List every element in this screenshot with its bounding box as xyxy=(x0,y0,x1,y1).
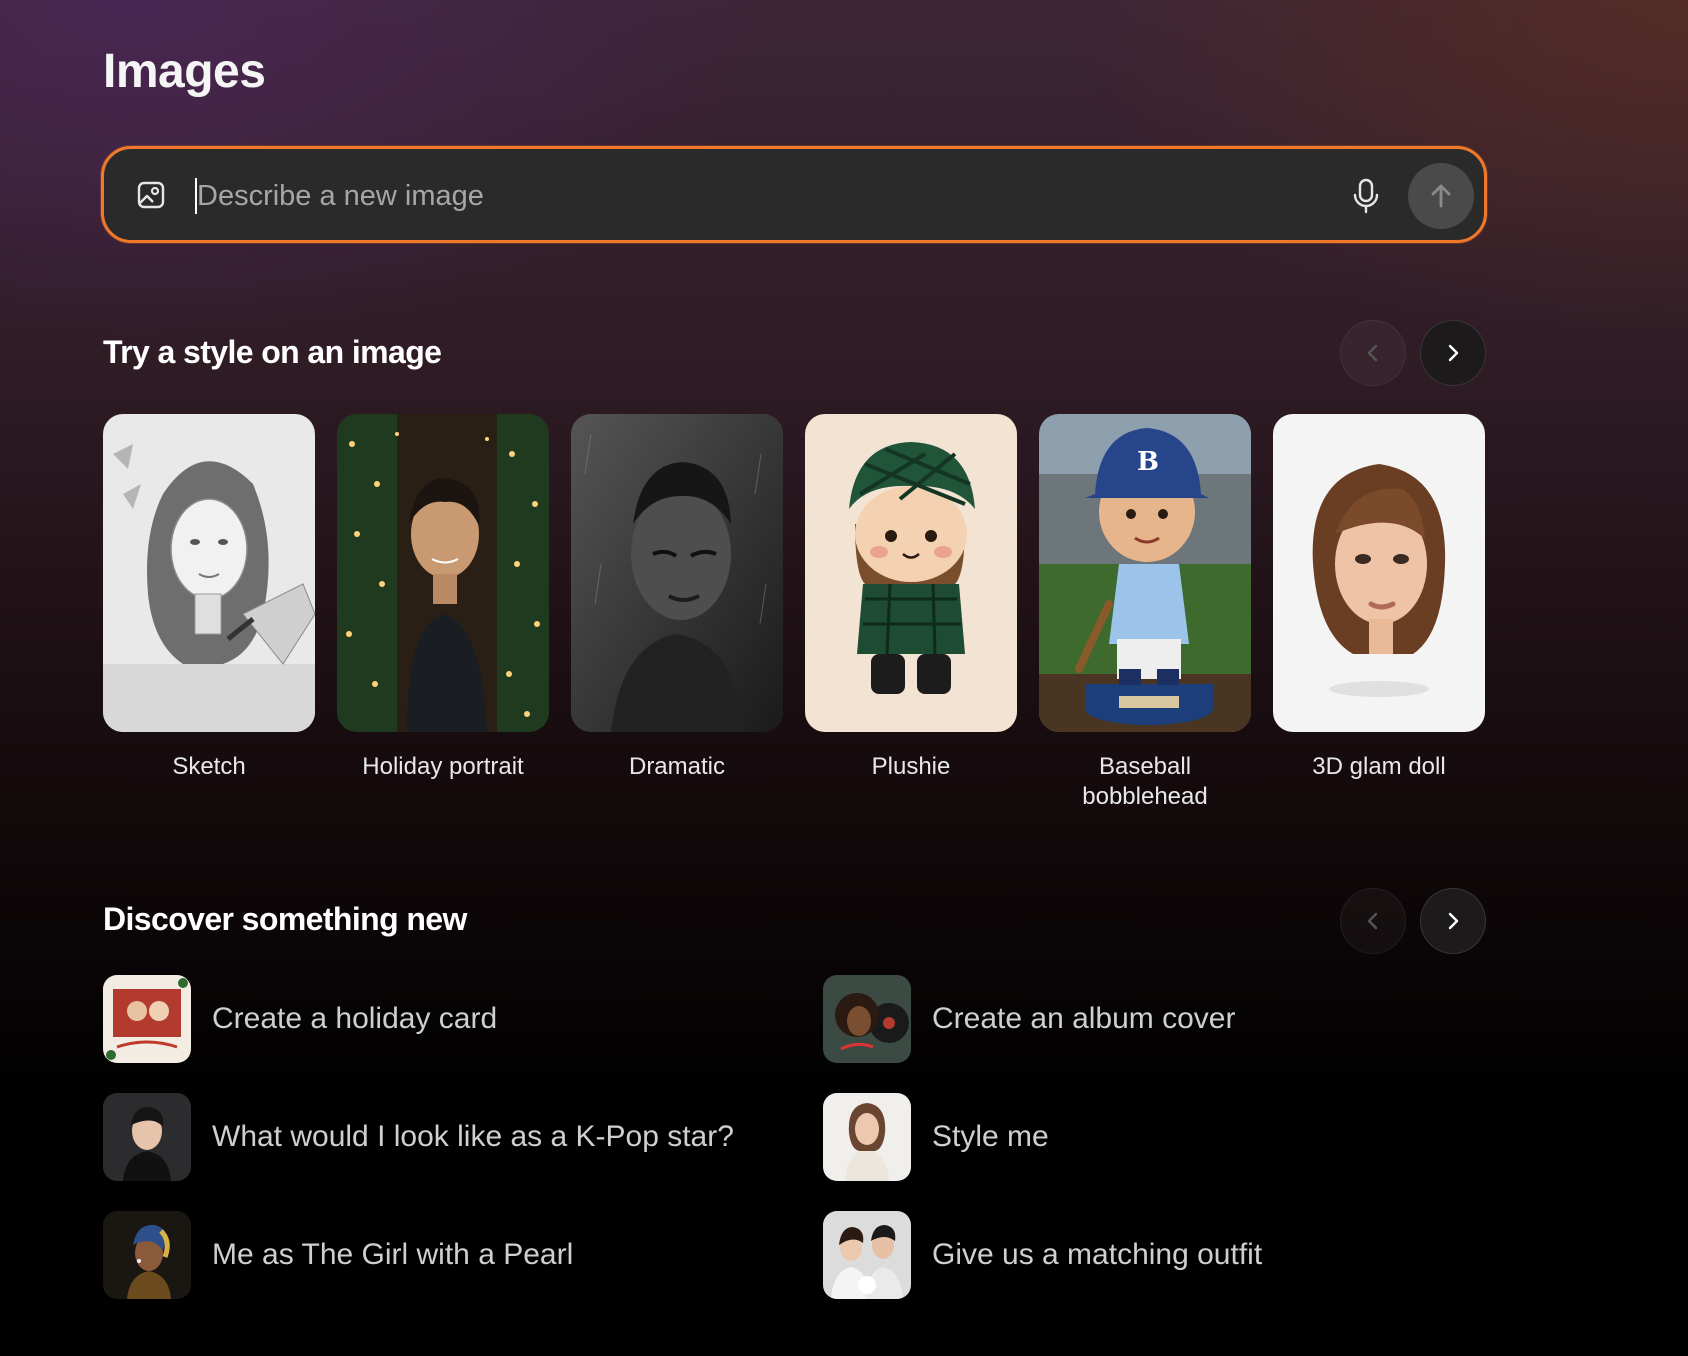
style-thumbnail xyxy=(337,414,549,732)
discover-thumbnail xyxy=(823,1093,911,1181)
style-thumbnail xyxy=(805,414,1017,732)
style-carousel: Sketch Holiday portrait Dramatic Plushie… xyxy=(103,414,1486,824)
style-card-holiday-portrait[interactable]: Holiday portrait xyxy=(337,414,549,782)
send-button[interactable] xyxy=(1408,163,1474,229)
discover-thumbnail xyxy=(103,1211,191,1299)
chevron-right-icon xyxy=(1448,912,1459,930)
discover-label: Create a holiday card xyxy=(212,1002,498,1035)
discover-list: Create a holiday card Create an album co… xyxy=(103,975,1486,1305)
microphone-icon[interactable] xyxy=(1349,177,1383,215)
styles-section-title: Try a style on an image xyxy=(103,334,442,370)
discover-item-matching-outfit[interactable]: Give us a matching outfit xyxy=(823,1211,1262,1299)
style-label: Holiday portrait xyxy=(362,753,524,780)
style-thumbnail: B xyxy=(1039,414,1251,732)
style-card-sketch[interactable]: Sketch xyxy=(103,414,315,782)
style-label: 3D glam doll xyxy=(1312,753,1446,780)
image-upload-icon[interactable] xyxy=(136,180,166,210)
discover-thumbnail xyxy=(103,975,191,1063)
style-card-baseball-bobblehead[interactable]: B Baseball bobblehead xyxy=(1039,414,1251,812)
style-thumbnail xyxy=(103,414,315,732)
discover-label: What would I look like as a K-Pop star? xyxy=(212,1120,734,1153)
arrow-up-icon xyxy=(1431,184,1451,208)
style-label: Plushie xyxy=(871,753,951,780)
discover-thumbnail xyxy=(823,975,911,1063)
discover-next-button[interactable] xyxy=(1420,888,1486,954)
discover-item-style-me[interactable]: Style me xyxy=(823,1093,1049,1181)
page-title: Images xyxy=(103,45,266,98)
discover-prev-button[interactable] xyxy=(1340,888,1406,954)
discover-label: Style me xyxy=(932,1120,1049,1153)
chevron-right-icon xyxy=(1448,344,1459,362)
discover-section-title: Discover something new xyxy=(103,901,467,937)
prompt-input[interactable] xyxy=(197,169,1317,223)
style-label: Sketch xyxy=(172,753,246,780)
prompt-box[interactable] xyxy=(101,146,1487,243)
discover-thumbnail xyxy=(823,1211,911,1299)
discover-item-girl-with-pearl[interactable]: Me as The Girl with a Pearl xyxy=(103,1211,573,1299)
styles-next-button[interactable] xyxy=(1420,320,1486,386)
discover-item-holiday-card[interactable]: Create a holiday card xyxy=(103,975,497,1063)
style-card-3d-glam-doll[interactable]: 3D glam doll xyxy=(1273,414,1485,782)
discover-label: Me as The Girl with a Pearl xyxy=(212,1238,574,1271)
style-card-dramatic[interactable]: Dramatic xyxy=(571,414,783,782)
style-label: Baseball bobblehead xyxy=(1082,753,1208,810)
svg-text:B: B xyxy=(1137,447,1159,477)
images-page: Images Try a style on an image xyxy=(0,0,1688,1356)
discover-item-album-cover[interactable]: Create an album cover xyxy=(823,975,1236,1063)
chevron-left-icon xyxy=(1367,344,1378,362)
style-label: Dramatic xyxy=(628,753,725,780)
discover-label: Create an album cover xyxy=(932,1002,1236,1035)
style-thumbnail xyxy=(1273,414,1485,732)
chevron-left-icon xyxy=(1367,912,1378,930)
discover-item-kpop-star[interactable]: What would I look like as a K-Pop star? xyxy=(103,1093,734,1181)
discover-label: Give us a matching outfit xyxy=(932,1238,1263,1271)
style-card-plushie[interactable]: Plushie xyxy=(805,414,1017,782)
discover-thumbnail xyxy=(103,1093,191,1181)
styles-prev-button[interactable] xyxy=(1340,320,1406,386)
style-thumbnail xyxy=(571,414,783,732)
